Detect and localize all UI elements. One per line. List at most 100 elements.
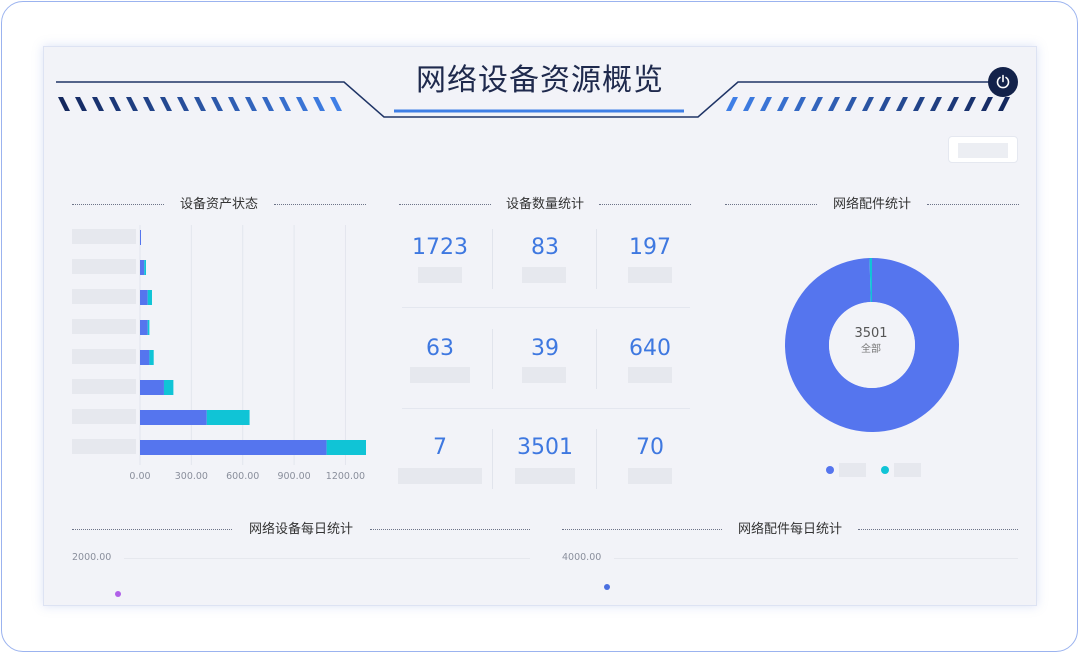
header-stripe — [211, 97, 223, 111]
power-button[interactable] — [988, 67, 1018, 97]
asset-status-bar-chart: 0.00 300.00 600.00 900.00 1200.00 — [72, 225, 366, 482]
parts-daily-gridline — [614, 558, 1018, 559]
header-stripe — [811, 97, 823, 111]
bar-segment[interactable] — [147, 320, 150, 335]
header-stripe — [930, 97, 942, 111]
header-stripe — [228, 97, 240, 111]
bar-segment[interactable] — [140, 410, 207, 425]
header-stripe — [879, 97, 891, 111]
page-title: 网络设备资源概览 — [416, 63, 664, 98]
bar-segment[interactable] — [140, 380, 164, 395]
header-stripe — [245, 97, 257, 111]
header-stripe — [947, 97, 959, 111]
bar-category-label-placeholder — [72, 409, 136, 424]
filter-button-placeholder — [958, 143, 1008, 158]
parts-daily-ymax: 4000.00 — [562, 552, 602, 563]
donut-center: 3501 全部 — [786, 325, 956, 357]
bar-category-label-placeholder — [72, 289, 136, 304]
stat-label-placeholder — [515, 468, 575, 484]
header-stripe — [330, 97, 342, 111]
header-stripe — [58, 97, 70, 111]
header-stripe — [760, 97, 772, 111]
header-stripe — [794, 97, 806, 111]
stat-label-placeholder — [522, 267, 566, 283]
bar-segment[interactable] — [144, 260, 146, 275]
stat-label-placeholder — [628, 367, 672, 383]
stat-value: 7 — [433, 435, 447, 460]
bar-chart-tick-label: 900.00 — [277, 471, 310, 482]
stat-label-placeholder — [522, 367, 566, 383]
bar-segment[interactable] — [140, 350, 150, 365]
power-icon — [996, 74, 1010, 89]
bar-segment[interactable] — [140, 290, 148, 305]
legend-dot-secondary — [881, 466, 889, 474]
legend-dot-primary — [826, 466, 834, 474]
header-stripe — [913, 97, 925, 111]
device-daily-ymax: 2000.00 — [72, 552, 112, 563]
bar-segment[interactable] — [140, 230, 141, 245]
bar-category-label-placeholder — [72, 349, 136, 364]
header-stripe — [743, 97, 755, 111]
header-stripe — [126, 97, 138, 111]
dashboard-panel: 网络设备资源概览 设备资产状态 设备数量统计 网络配件统计 0.00 300.00… — [43, 46, 1037, 606]
header-stripe — [964, 97, 976, 111]
section-title-parts-stats: 网络配件统计 — [725, 195, 1019, 215]
header-stripe — [143, 97, 155, 111]
bar-segment[interactable] — [140, 320, 148, 335]
stat-label-placeholder — [418, 267, 462, 283]
bar-segment[interactable] — [163, 380, 174, 395]
donut-center-label: 全部 — [861, 344, 881, 355]
bar-segment[interactable] — [149, 350, 154, 365]
header-stripe — [313, 97, 325, 111]
parts-daily-point — [604, 584, 610, 590]
header-stripe — [75, 97, 87, 111]
section-title-device-count: 设备数量统计 — [399, 195, 691, 215]
header-stripe — [896, 97, 908, 111]
header-stripe — [862, 97, 874, 111]
bar-segment[interactable] — [206, 410, 250, 425]
bar-segment[interactable] — [147, 290, 152, 305]
donut-center-value: 3501 — [854, 326, 888, 341]
stat-label-placeholder — [398, 468, 482, 484]
header-stripe — [998, 97, 1010, 111]
stat-label-placeholder — [628, 468, 672, 484]
bar-chart-tick-label: 1200.00 — [326, 471, 365, 482]
stat-value: 83 — [531, 235, 559, 260]
legend-label-placeholder — [839, 463, 866, 477]
filter-button[interactable] — [948, 136, 1018, 163]
header-stripe — [279, 97, 291, 111]
header-stripe — [177, 97, 189, 111]
legend-label-placeholder — [894, 463, 921, 477]
header-stripe — [262, 97, 274, 111]
header-stripe — [194, 97, 206, 111]
section-title-asset-status: 设备资产状态 — [72, 195, 366, 215]
bar-chart-tick-label: 300.00 — [175, 471, 208, 482]
bar-segment[interactable] — [140, 260, 145, 275]
bar-category-label-placeholder — [72, 319, 136, 334]
bar-chart-tick-label: 600.00 — [226, 471, 259, 482]
header-stripe — [777, 97, 789, 111]
stat-label-placeholder — [628, 267, 672, 283]
bar-category-label-placeholder — [72, 229, 136, 244]
stat-value: 1723 — [412, 235, 468, 260]
stat-label-placeholder — [410, 367, 470, 383]
header-stripe — [160, 97, 172, 111]
header-stripe — [828, 97, 840, 111]
device-daily-gridline — [124, 558, 530, 559]
stat-value: 197 — [629, 235, 671, 260]
bar-category-label-placeholder — [72, 439, 136, 454]
header-stripe — [92, 97, 104, 111]
bar-chart-tick-label: 0.00 — [129, 471, 150, 482]
header-stripe — [296, 97, 308, 111]
header-stripe — [726, 97, 738, 111]
bar-category-label-placeholder — [72, 259, 136, 274]
bar-segment[interactable] — [140, 440, 327, 455]
header-stripe — [981, 97, 993, 111]
bar-category-label-placeholder — [72, 379, 136, 394]
device-daily-point — [115, 591, 121, 597]
bar-segment[interactable] — [326, 440, 366, 455]
section-title-device-daily: 网络设备每日统计 — [72, 520, 530, 540]
header-stripe — [845, 97, 857, 111]
stat-value: 39 — [531, 336, 559, 361]
stat-value: 640 — [629, 336, 671, 361]
